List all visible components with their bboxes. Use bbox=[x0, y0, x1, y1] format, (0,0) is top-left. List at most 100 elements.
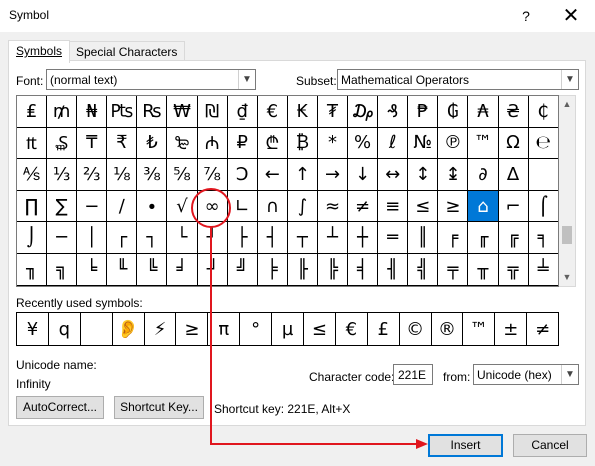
recent-symbol-cell[interactable]: ≥ bbox=[176, 313, 209, 345]
symbol-cell[interactable]: ═ bbox=[378, 222, 409, 254]
symbol-cell[interactable]: Ↄ bbox=[227, 159, 258, 191]
symbol-cell[interactable]: ⅛ bbox=[107, 159, 138, 191]
symbol-cell[interactable]: ╒ bbox=[438, 222, 469, 254]
symbol-cell[interactable]: ╘ bbox=[77, 253, 108, 286]
symbol-cell[interactable]: ∏ bbox=[17, 190, 48, 223]
symbol-cell[interactable]: ↓ bbox=[348, 159, 379, 191]
symbol-cell[interactable]: ╥ bbox=[468, 253, 499, 286]
recent-symbol-cell[interactable]: 👂 bbox=[113, 313, 145, 345]
symbol-cell[interactable]: ₿ bbox=[287, 127, 318, 160]
symbol-cell[interactable]: ₶ bbox=[17, 127, 48, 160]
symbol-cell[interactable]: ┐ bbox=[137, 222, 168, 254]
symbol-cell[interactable]: ≤ bbox=[408, 190, 439, 223]
symbol-cell[interactable]: ₧ bbox=[107, 96, 138, 128]
symbol-cell[interactable]: ⅓ bbox=[47, 159, 78, 191]
help-button[interactable]: ? bbox=[514, 4, 538, 28]
symbol-cell[interactable]: ╖ bbox=[17, 253, 48, 286]
symbol-cell[interactable]: ≥ bbox=[438, 190, 469, 223]
symbol-cell[interactable]: ╓ bbox=[468, 222, 499, 254]
symbol-cell[interactable]: → bbox=[317, 159, 349, 191]
symbol-cell[interactable]: ₸ bbox=[77, 127, 108, 160]
recent-symbol-cell[interactable]: ¥ bbox=[17, 313, 49, 345]
symbol-cell[interactable]: ₹ bbox=[107, 127, 138, 160]
shortcut-key-button[interactable]: Shortcut Key... bbox=[114, 396, 204, 419]
recent-symbol-cell[interactable]: ± bbox=[495, 313, 528, 345]
symbol-cell[interactable]: ╠ bbox=[317, 253, 349, 286]
recent-symbol-cell[interactable]: ≠ bbox=[527, 313, 560, 345]
symbol-cell[interactable]: ℗ bbox=[438, 127, 469, 160]
symbol-cell[interactable]: ╜ bbox=[197, 253, 228, 286]
recent-symbol-cell[interactable]: ™ bbox=[463, 313, 496, 345]
symbol-cell[interactable]: ┬ bbox=[287, 222, 318, 254]
font-select[interactable]: (normal text) ▼ bbox=[46, 69, 256, 90]
symbol-cell[interactable]: ∩ bbox=[257, 190, 288, 223]
symbol-cell[interactable]: ╟ bbox=[287, 253, 318, 286]
symbol-cell[interactable]: ┴ bbox=[317, 222, 349, 254]
symbol-cell[interactable]: ╕ bbox=[528, 222, 558, 254]
symbol-cell[interactable]: ≡ bbox=[378, 190, 409, 223]
from-select[interactable]: Unicode (hex) ▼ bbox=[473, 364, 579, 385]
symbol-cell[interactable]: ₩ bbox=[167, 96, 198, 128]
symbol-cell[interactable]: ⅍ bbox=[17, 159, 48, 191]
symbol-cell[interactable]: └ bbox=[167, 222, 198, 254]
recent-symbols-grid[interactable]: ¥ q 👂 ⚡ ≥ π ° µ ≤ € £ © ® ™ ± ≠ bbox=[16, 312, 560, 346]
symbol-cell[interactable]: √ bbox=[167, 190, 198, 223]
symbol-cell[interactable]: ╡ bbox=[348, 253, 379, 286]
symbol-cell[interactable]: ┤ bbox=[257, 222, 288, 254]
symbol-cell[interactable]: ⌡ bbox=[17, 222, 48, 254]
symbol-cell[interactable]: ₷ bbox=[47, 127, 78, 160]
symbol-cell[interactable]: ╝ bbox=[227, 253, 258, 286]
symbol-cell[interactable]: ← bbox=[257, 159, 288, 191]
symbol-cell[interactable]: ╧ bbox=[528, 253, 558, 286]
symbol-cell[interactable]: ╛ bbox=[167, 253, 198, 286]
symbol-cell[interactable]: ∞ bbox=[197, 190, 228, 223]
recent-symbol-cell[interactable] bbox=[81, 313, 113, 345]
symbol-cell[interactable]: ├ bbox=[227, 222, 258, 254]
symbol-cell[interactable]: ∕ bbox=[107, 190, 138, 223]
symbol-cell[interactable]: ₱ bbox=[408, 96, 439, 128]
symbol-cell[interactable]: ╣ bbox=[408, 253, 439, 286]
symbol-cell[interactable]: ↔ bbox=[378, 159, 409, 191]
recent-symbol-cell[interactable]: q bbox=[49, 313, 81, 345]
symbol-cell[interactable]: ™ bbox=[468, 127, 499, 160]
character-code-input[interactable]: 221E bbox=[393, 364, 433, 385]
symbol-grid[interactable]: ₤ ₥ ₦ ₧ ₨ ₩ ₪ ₫ € ₭ ₮ ₯ ₰ ₱ ₲ ₳ ₴ ₵ ₶ ₷ ₸ ₹ ₺ ₻ ₼ ₽ ₾ ₿ *% ℓ № ℗ ™ Ω ℮ ⅍ ⅓ ⅔ ⅛… bbox=[16, 95, 559, 287]
symbol-cell[interactable]: ╞ bbox=[257, 253, 288, 286]
symbol-cell[interactable]: ╚ bbox=[137, 253, 168, 286]
recent-symbol-cell[interactable]: © bbox=[400, 313, 432, 345]
symbol-cell[interactable]: ⅞ bbox=[197, 159, 228, 191]
symbol-cell[interactable]: ∑ bbox=[47, 190, 78, 223]
symbol-cell[interactable]: ∙ bbox=[137, 190, 168, 223]
scrollbar-thumb[interactable] bbox=[562, 226, 572, 244]
symbol-cell[interactable]: ∟ bbox=[227, 190, 258, 223]
symbol-cell[interactable]: ₨ bbox=[137, 96, 168, 128]
symbol-cell[interactable]: ₳ bbox=[468, 96, 499, 128]
symbol-cell[interactable]: ∫ bbox=[287, 190, 318, 223]
symbol-cell[interactable]: % bbox=[348, 127, 379, 160]
symbol-cell[interactable]: ╙ bbox=[107, 253, 138, 286]
symbol-cell[interactable]: ↨ bbox=[438, 159, 469, 191]
symbol-cell[interactable]: │ bbox=[77, 222, 108, 254]
symbol-cell[interactable] bbox=[528, 159, 558, 191]
recent-symbol-cell[interactable]: π bbox=[208, 313, 241, 345]
symbol-cell[interactable]: ℮ bbox=[528, 127, 558, 160]
symbol-cell[interactable]: ₪ bbox=[197, 96, 228, 128]
symbol-cell[interactable]: ₵ bbox=[528, 96, 558, 128]
symbol-cell[interactable]: ₫ bbox=[227, 96, 258, 128]
symbol-cell[interactable]: ⅜ bbox=[137, 159, 168, 191]
symbol-cell[interactable]: ℓ bbox=[378, 127, 409, 160]
symbol-cell[interactable]: * bbox=[317, 127, 349, 160]
symbol-cell[interactable]: ₻ bbox=[167, 127, 198, 160]
scroll-up-icon[interactable]: ▲ bbox=[559, 96, 575, 113]
symbol-cell[interactable]: ₯ bbox=[348, 96, 379, 128]
recent-symbol-cell[interactable]: µ bbox=[272, 313, 305, 345]
symbol-cell[interactable]: − bbox=[77, 190, 108, 223]
recent-symbol-cell[interactable]: £ bbox=[368, 313, 400, 345]
cancel-button[interactable]: Cancel bbox=[513, 434, 587, 457]
symbol-cell[interactable]: ≈ bbox=[317, 190, 349, 223]
recent-symbol-cell[interactable]: ° bbox=[240, 313, 273, 345]
symbol-cell[interactable]: ┘ bbox=[197, 222, 228, 254]
symbol-cell[interactable]: ₲ bbox=[438, 96, 469, 128]
symbol-cell[interactable]: ║ bbox=[408, 222, 439, 254]
recent-symbol-cell[interactable]: € bbox=[336, 313, 368, 345]
